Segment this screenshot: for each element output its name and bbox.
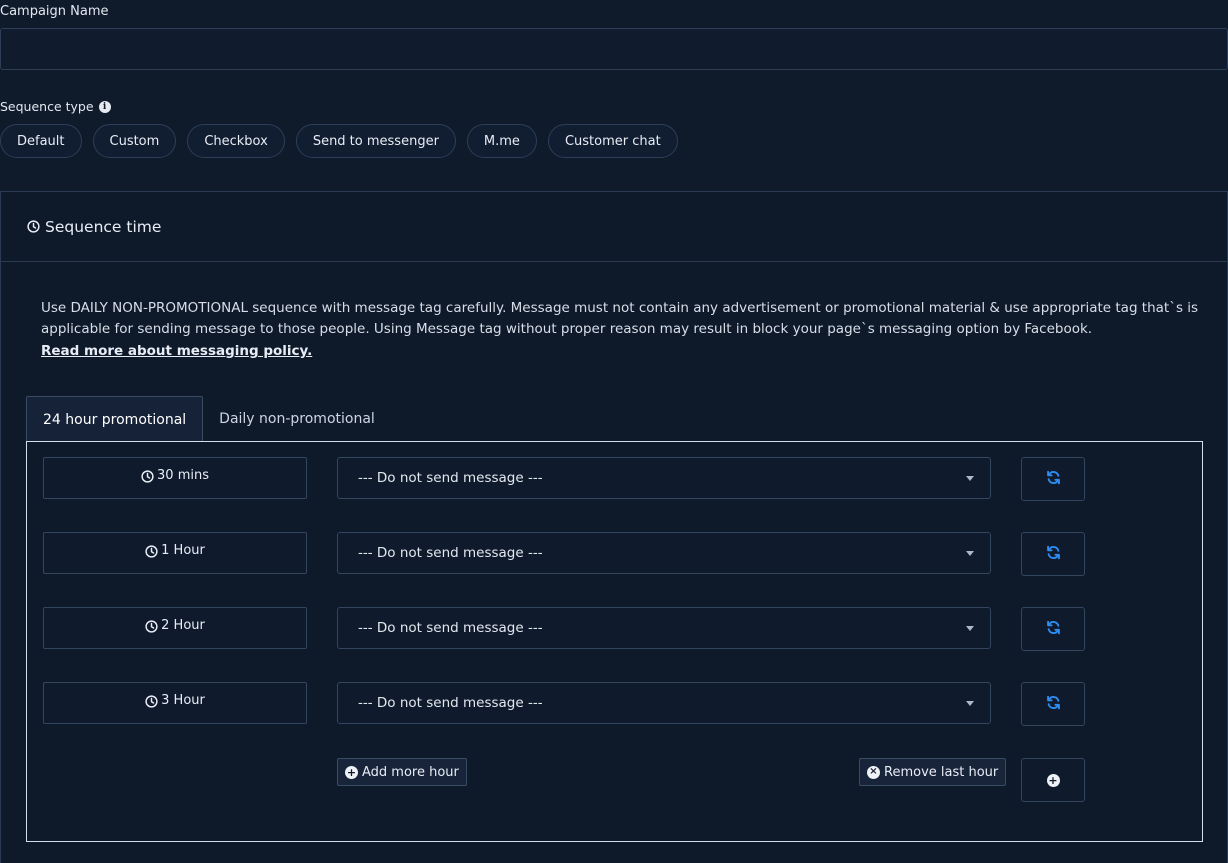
hour-label-text: 2 Hour xyxy=(161,618,205,633)
message-select-value: --- Do not send message --- xyxy=(358,470,543,486)
plus-circle-icon: + xyxy=(1046,773,1060,787)
sequence-time-header: Sequence time xyxy=(1,192,1227,262)
chevron-down-icon xyxy=(966,626,974,631)
sequence-type-customer-chat[interactable]: Customer chat xyxy=(547,124,678,158)
message-select-value: --- Do not send message --- xyxy=(358,545,543,561)
messaging-policy-notice: Use DAILY NON-PROMOTIONAL sequence with … xyxy=(41,298,1201,362)
sequence-type-send-to-messenger[interactable]: Send to messenger xyxy=(295,124,456,158)
sequence-type-checkbox[interactable]: Checkbox xyxy=(187,124,285,158)
sequence-form: Campaign Name Sequence type i Default Cu… xyxy=(0,0,1228,863)
remove-last-hour-label: Remove last hour xyxy=(884,764,999,780)
remove-last-hour-button[interactable]: × Remove last hour xyxy=(859,758,1007,786)
tab-daily-non-promotional[interactable]: Daily non-promotional xyxy=(203,396,391,442)
campaign-name-label: Campaign Name xyxy=(0,4,109,19)
clock-icon xyxy=(145,693,158,712)
add-more-hour-button[interactable]: + Add more hour xyxy=(337,758,467,786)
sequence-type-mme[interactable]: M.me xyxy=(466,124,537,158)
info-icon[interactable]: i xyxy=(98,100,111,113)
hour-label-30-mins: 30 mins xyxy=(43,457,307,499)
sequence-time-title: Sequence time xyxy=(45,217,162,236)
hour-label-2-hour: 2 Hour xyxy=(43,607,307,649)
refresh-button-30-mins[interactable] xyxy=(1021,457,1085,501)
sequence-type-label: Sequence type i xyxy=(0,99,111,114)
add-more-hour-label: Add more hour xyxy=(362,764,459,780)
chevron-down-icon xyxy=(966,551,974,556)
message-select-3-hour[interactable]: --- Do not send message --- xyxy=(337,682,991,724)
clock-icon xyxy=(145,618,158,637)
refresh-button-1-hour[interactable] xyxy=(1021,532,1085,576)
refresh-icon xyxy=(1046,695,1061,714)
plus-circle-icon: + xyxy=(345,765,358,779)
refresh-icon xyxy=(1046,545,1061,564)
tab-panel-24-hour: 30 mins --- Do not send message --- 1 Ho… xyxy=(26,441,1203,842)
campaign-name-input[interactable] xyxy=(0,28,1228,70)
hour-label-1-hour: 1 Hour xyxy=(43,532,307,574)
refresh-button-2-hour[interactable] xyxy=(1021,607,1085,651)
sequence-type-default[interactable]: Default xyxy=(0,124,82,158)
refresh-icon xyxy=(1046,470,1061,489)
chevron-down-icon xyxy=(966,701,974,706)
message-select-value: --- Do not send message --- xyxy=(358,620,543,636)
sequence-type-custom[interactable]: Custom xyxy=(92,124,177,158)
hour-label-3-hour: 3 Hour xyxy=(43,682,307,724)
refresh-icon xyxy=(1046,620,1061,639)
clock-icon xyxy=(27,220,40,233)
message-select-2-hour[interactable]: --- Do not send message --- xyxy=(337,607,991,649)
hour-label-text: 30 mins xyxy=(157,468,209,483)
clock-icon xyxy=(141,468,154,487)
messaging-policy-link[interactable]: Read more about messaging policy. xyxy=(41,341,312,362)
refresh-button-3-hour[interactable] xyxy=(1021,682,1085,726)
add-row-button[interactable]: + xyxy=(1021,758,1085,802)
close-circle-icon: × xyxy=(867,765,880,779)
message-select-1-hour[interactable]: --- Do not send message --- xyxy=(337,532,991,574)
sequence-type-options: Default Custom Checkbox Send to messenge… xyxy=(0,124,678,158)
chevron-down-icon xyxy=(966,476,974,481)
sequence-time-card: Sequence time Use DAILY NON-PROMOTIONAL … xyxy=(0,191,1228,863)
message-select-30-mins[interactable]: --- Do not send message --- xyxy=(337,457,991,499)
hour-label-text: 1 Hour xyxy=(161,543,205,558)
notice-text: Use DAILY NON-PROMOTIONAL sequence with … xyxy=(41,300,1199,337)
clock-icon xyxy=(145,543,158,562)
sequence-type-label-text: Sequence type xyxy=(0,99,94,114)
tab-24-hour-promotional[interactable]: 24 hour promotional xyxy=(26,396,204,442)
hour-label-text: 3 Hour xyxy=(161,693,205,708)
sequence-tabs: 24 hour promotional Daily non-promotiona… xyxy=(26,396,391,442)
message-select-value: --- Do not send message --- xyxy=(358,695,543,711)
